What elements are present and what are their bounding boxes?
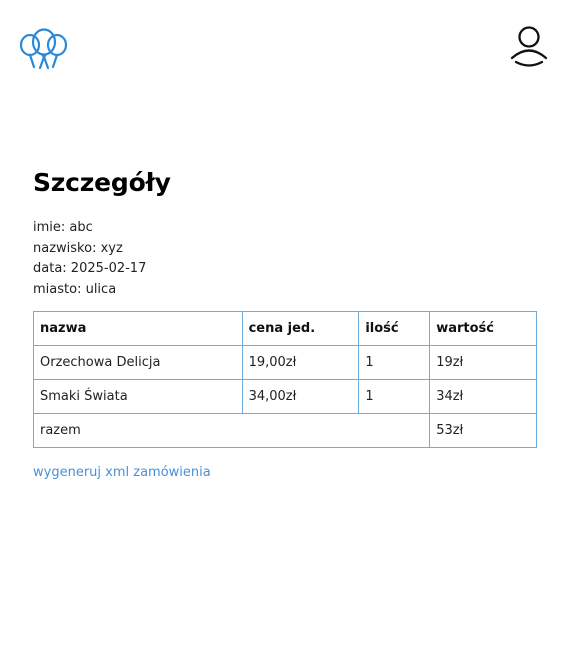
cell-total-value: 53zł xyxy=(429,413,537,448)
order-details: imie: abc nazwisko: xyz data: 2025-02-17… xyxy=(33,218,146,300)
cell-quantity: 1 xyxy=(358,379,431,414)
cell-total-label: razem xyxy=(32,413,431,448)
balloons-icon[interactable] xyxy=(19,28,69,70)
table-header-row: nazwa cena jed. ilość wartość xyxy=(33,311,537,346)
cell-product-name: Smaki Świata xyxy=(33,379,243,414)
cell-unit-price: 34,00zł xyxy=(241,379,360,414)
order-items-table: nazwa cena jed. ilość wartość Orzechowa … xyxy=(32,311,537,448)
column-header-value: wartość xyxy=(429,311,537,346)
column-header-name: nazwa xyxy=(33,311,243,346)
user-icon[interactable] xyxy=(509,25,549,67)
column-header-quantity: ilość xyxy=(358,311,431,346)
table-row: Orzechowa Delicja 19,00zł 1 19zł xyxy=(33,345,537,380)
cell-quantity: 1 xyxy=(358,345,431,380)
detail-date: data: 2025-02-17 xyxy=(33,261,147,276)
detail-last-name: nazwisko: xyz xyxy=(33,240,123,256)
detail-first-name: imie: abc xyxy=(33,220,93,235)
order-details-page: Szczegóły imie: abc nazwisko: xyz data: … xyxy=(0,0,570,663)
detail-city: miasto: ulica xyxy=(33,281,117,297)
cell-value: 19zł xyxy=(429,345,537,380)
generate-xml-link[interactable]: wygeneruj xml zamówienia xyxy=(33,465,211,480)
table-row: Smaki Świata 34,00zł 1 34zł xyxy=(33,379,537,414)
cell-value: 34zł xyxy=(429,379,537,414)
cell-product-name: Orzechowa Delicja xyxy=(33,345,243,380)
cell-unit-price: 19,00zł xyxy=(241,345,360,380)
column-header-unit-price: cena jed. xyxy=(241,311,360,346)
table-total-row: razem 53zł xyxy=(32,413,537,448)
page-title: Szczegóły xyxy=(33,168,171,197)
